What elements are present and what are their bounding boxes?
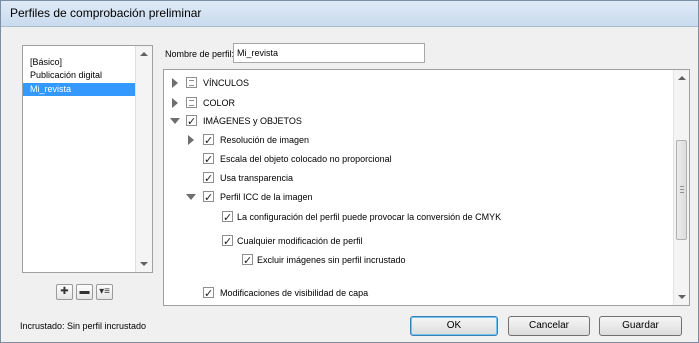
scroll-down-arrow-icon[interactable]	[140, 262, 148, 266]
menu-icon: ▾≡	[99, 286, 110, 297]
delete-profile-button[interactable]: ▬	[76, 284, 93, 300]
profile-list-scrollbar[interactable]	[135, 46, 152, 272]
tree-scrollbar[interactable]	[673, 70, 689, 305]
checks-tree: VÍNCULOS COLOR IMÁGENES y OBJETOS Resolu…	[163, 69, 690, 306]
tree-row-label: Escala del objeto colocado no proporcion…	[220, 154, 392, 164]
tree-row-label: Modificaciones de visibilidad de capa	[220, 288, 369, 298]
ok-button[interactable]: OK	[410, 316, 498, 336]
profile-item-basico[interactable]: [Básico]	[23, 56, 136, 69]
expand-arrow-icon[interactable]	[186, 135, 196, 145]
title-bar: Perfiles de comprobación preliminar	[1, 1, 698, 27]
collapse-arrow-icon[interactable]	[186, 192, 196, 202]
profile-item-mi-revista[interactable]: Mi_revista	[23, 83, 136, 96]
scroll-up-arrow-icon[interactable]	[678, 76, 686, 80]
checkbox-escala-objeto[interactable]	[203, 151, 214, 169]
checkbox-visibilidad-capa[interactable]	[203, 285, 214, 303]
checkbox-color[interactable]	[186, 97, 197, 108]
profile-menu-button[interactable]: ▾≡	[96, 284, 113, 300]
expand-arrow-icon[interactable]	[170, 98, 180, 108]
profile-item-publicacion-digital[interactable]: Publicación digital	[23, 69, 136, 82]
checkbox-vinculos[interactable]	[186, 77, 197, 88]
checkbox-excluir-imagenes[interactable]	[242, 252, 253, 270]
tree-row-label: Resolución de imagen	[220, 135, 310, 145]
collapse-arrow-icon[interactable]	[170, 116, 180, 126]
embedded-profile-status: Incrustado: Sin perfil incrustado	[20, 321, 147, 331]
tree-row-label: Cualquier modificación de perfil	[237, 236, 363, 246]
checkbox-perfil-icc[interactable]	[203, 189, 214, 207]
tree-row-label: VÍNCULOS	[203, 78, 250, 88]
tree-row-label: Usa transparencia	[220, 173, 294, 183]
expand-arrow-icon[interactable]	[170, 78, 180, 88]
scrollbar-thumb[interactable]	[676, 140, 687, 240]
scroll-up-arrow-icon[interactable]	[140, 52, 148, 56]
profile-name-label: Nombre de perfil:	[165, 49, 235, 59]
new-profile-button[interactable]: ✚	[56, 284, 73, 300]
preflight-profiles-dialog: Perfiles de comprobación preliminar [Bás…	[0, 0, 699, 343]
profile-list[interactable]: [Básico] Publicación digital Mi_revista	[22, 45, 153, 273]
profile-name-input[interactable]: Mi_revista	[233, 43, 425, 63]
checkbox-modificacion-perfil[interactable]	[222, 233, 233, 251]
tree-row-label: COLOR	[203, 98, 236, 108]
checkbox-imagenes-objetos[interactable]	[186, 113, 197, 131]
tree-row-label: Perfil ICC de la imagen	[220, 192, 313, 202]
minus-icon: ▬	[79, 286, 90, 297]
plus-icon: ✚	[60, 286, 69, 297]
tree-row-label: La configuración del perfil puede provoc…	[237, 212, 502, 222]
tree-row-label: IMÁGENES y OBJETOS	[203, 116, 302, 126]
grip-icon	[680, 186, 684, 193]
checkbox-conversion-cmyk[interactable]	[222, 209, 233, 227]
checkbox-usa-transparencia[interactable]	[203, 170, 214, 188]
scroll-down-arrow-icon[interactable]	[678, 295, 686, 299]
cancel-button[interactable]: Cancelar	[508, 316, 590, 336]
save-button[interactable]: Guardar	[599, 316, 682, 336]
checkbox-resolucion-imagen[interactable]	[203, 132, 214, 150]
tree-row-label: Excluir imágenes sin perfil incrustado	[257, 255, 406, 265]
dialog-title: Perfiles de comprobación preliminar	[10, 6, 202, 20]
